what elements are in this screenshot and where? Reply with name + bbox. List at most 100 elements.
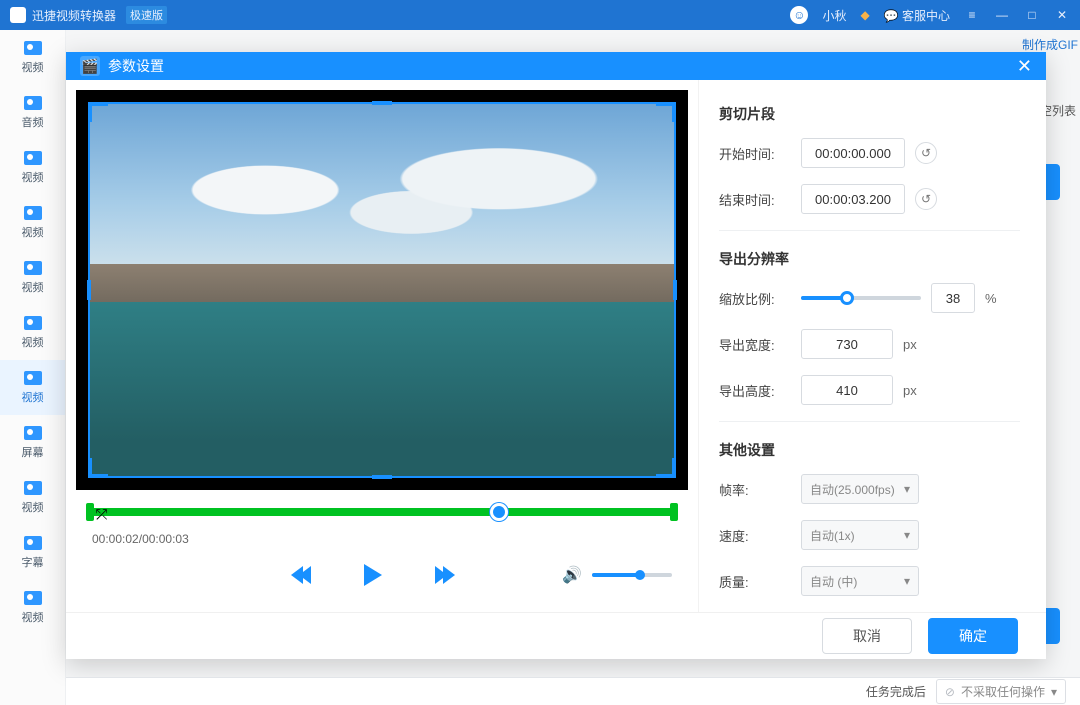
sidebar-item-label: 视频 <box>22 279 44 295</box>
scale-value-input[interactable] <box>931 283 975 313</box>
support-label: 客服中心 <box>902 9 950 23</box>
sidebar-item-label: 视频 <box>22 169 44 185</box>
start-time-reset-icon[interactable]: ↺ <box>915 142 937 164</box>
speed-label: 速度: <box>719 526 791 545</box>
titlebar: 迅捷视频转换器 极速版 ☺ 小秋 ◆ 💬 客服中心 ≡ — □ ✕ <box>0 0 1080 30</box>
scale-unit: % <box>985 291 1009 306</box>
crop-handle-bl[interactable] <box>88 458 108 478</box>
chat-icon: 💬 <box>884 9 899 23</box>
chevron-down-icon: ▾ <box>904 482 910 496</box>
end-time-reset-icon[interactable]: ↺ <box>915 188 937 210</box>
sidebar-item-8[interactable]: 视频 <box>0 470 65 525</box>
scale-thumb[interactable] <box>840 291 854 305</box>
height-unit: px <box>903 383 927 398</box>
user-name[interactable]: 小秋 <box>822 7 846 24</box>
cancel-button[interactable]: 取消 <box>822 618 912 654</box>
width-input[interactable] <box>801 329 893 359</box>
sidebar-icon <box>24 261 42 275</box>
modal-close-icon[interactable]: ✕ <box>1017 56 1032 77</box>
modal-title: 参数设置 <box>108 56 164 76</box>
sidebar-item-label: 视频 <box>22 499 44 515</box>
sidebar-item-label: 屏幕 <box>22 444 44 460</box>
video-preview[interactable] <box>76 90 688 490</box>
ok-button[interactable]: 确定 <box>928 618 1018 654</box>
speed-value: 自动(1x) <box>810 527 855 544</box>
crop-handle-br[interactable] <box>656 458 676 478</box>
section-res-title: 导出分辨率 <box>719 249 1020 269</box>
minimize-icon[interactable]: — <box>994 8 1010 22</box>
after-task-value: 不采取任何操作 <box>961 683 1045 700</box>
sidebar-item-9[interactable]: 字幕 <box>0 525 65 580</box>
sidebar-item-label: 视频 <box>22 224 44 240</box>
sidebar-item-6[interactable]: 视频 <box>0 360 65 415</box>
volume-slider[interactable] <box>592 573 672 577</box>
fps-select[interactable]: 自动(25.000fps) ▾ <box>801 474 919 504</box>
crop-handle-l[interactable] <box>87 280 91 300</box>
chevron-down-icon: ▾ <box>1051 685 1057 699</box>
scale-slider[interactable] <box>801 296 921 300</box>
sidebar-item-5[interactable]: 视频 <box>0 305 65 360</box>
section-clip-title: 剪切片段 <box>719 104 1020 124</box>
sidebar-item-10[interactable]: 视频 <box>0 580 65 635</box>
seek-forward-button[interactable] <box>432 564 454 586</box>
quality-value: 自动 (中) <box>810 573 857 590</box>
settings-pane: 剪切片段 开始时间: ↺ 结束时间: ↺ 导出分辨率 缩放比例: % <box>698 80 1046 612</box>
crop-handle-b[interactable] <box>372 475 392 479</box>
after-task-label: 任务完成后 <box>866 683 926 700</box>
sidebar-item-7[interactable]: 屏幕 <box>0 415 65 470</box>
preview-pane: ⤱ 00:00:02/00:00:03 🔊 <box>66 80 698 612</box>
sidebar-icon <box>24 151 42 165</box>
no-action-icon: ⊘ <box>945 685 955 699</box>
fps-value: 自动(25.000fps) <box>810 481 895 498</box>
volume-icon[interactable]: 🔊 <box>562 565 582 585</box>
bottom-bar: 任务完成后 ⊘ 不采取任何操作 ▾ <box>66 677 1080 705</box>
modal-logo-icon: 🎬 <box>80 56 100 76</box>
play-button[interactable] <box>362 564 384 586</box>
crop-handle-t[interactable] <box>372 101 392 105</box>
sidebar-item-label: 视频 <box>22 334 44 350</box>
sidebar-icon <box>24 536 42 550</box>
sidebar-item-3[interactable]: 视频 <box>0 195 65 250</box>
trim-thumb[interactable] <box>490 503 508 521</box>
sidebar-item-2[interactable]: 视频 <box>0 140 65 195</box>
width-label: 导出宽度: <box>719 335 791 354</box>
quality-select[interactable]: 自动 (中)▾ <box>801 566 919 596</box>
speed-select[interactable]: 自动(1x) ▾ <box>801 520 919 550</box>
sidebar-item-label: 音频 <box>22 114 44 130</box>
trim-slider[interactable]: ⤱ <box>76 490 688 526</box>
fps-label: 帧率: <box>719 480 791 499</box>
end-time-input[interactable] <box>801 184 905 214</box>
menu-icon[interactable]: ≡ <box>964 8 980 22</box>
width-unit: px <box>903 337 927 352</box>
start-time-label: 开始时间: <box>719 144 791 163</box>
sidebar-item-4[interactable]: 视频 <box>0 250 65 305</box>
crop-handle-tl[interactable] <box>88 102 108 122</box>
seek-back-button[interactable] <box>292 564 314 586</box>
vip-icon[interactable]: ◆ <box>860 8 869 22</box>
time-current: 00:00:02 <box>92 532 139 546</box>
sidebar-icon <box>24 371 42 385</box>
sidebar-item-0[interactable]: 视频 <box>0 30 65 85</box>
sidebar-item-label: 视频 <box>22 609 44 625</box>
params-modal: 🎬 参数设置 ✕ <box>66 52 1046 659</box>
chevron-down-icon: ▾ <box>904 528 910 542</box>
maximize-icon[interactable]: □ <box>1024 8 1040 22</box>
modal-footer: 取消 确定 <box>66 612 1046 659</box>
after-task-select[interactable]: ⊘ 不采取任何操作 ▾ <box>936 679 1066 704</box>
crop-frame[interactable] <box>88 102 676 478</box>
user-avatar-icon[interactable]: ☺ <box>790 6 808 24</box>
playback-controls: 🔊 <box>76 546 688 586</box>
edition-badge: 极速版 <box>126 6 167 24</box>
crop-handle-r[interactable] <box>673 280 677 300</box>
sidebar-item-1[interactable]: 音频 <box>0 85 65 140</box>
height-label: 导出高度: <box>719 381 791 400</box>
volume-thumb[interactable] <box>635 570 645 580</box>
close-window-icon[interactable]: ✕ <box>1054 8 1070 22</box>
sidebar-icon <box>24 96 42 110</box>
sidebar-icon <box>24 206 42 220</box>
height-input[interactable] <box>801 375 893 405</box>
crop-handle-tr[interactable] <box>656 102 676 122</box>
support-link[interactable]: 💬 客服中心 <box>884 7 950 24</box>
start-time-input[interactable] <box>801 138 905 168</box>
sidebar-item-label: 视频 <box>22 59 44 75</box>
